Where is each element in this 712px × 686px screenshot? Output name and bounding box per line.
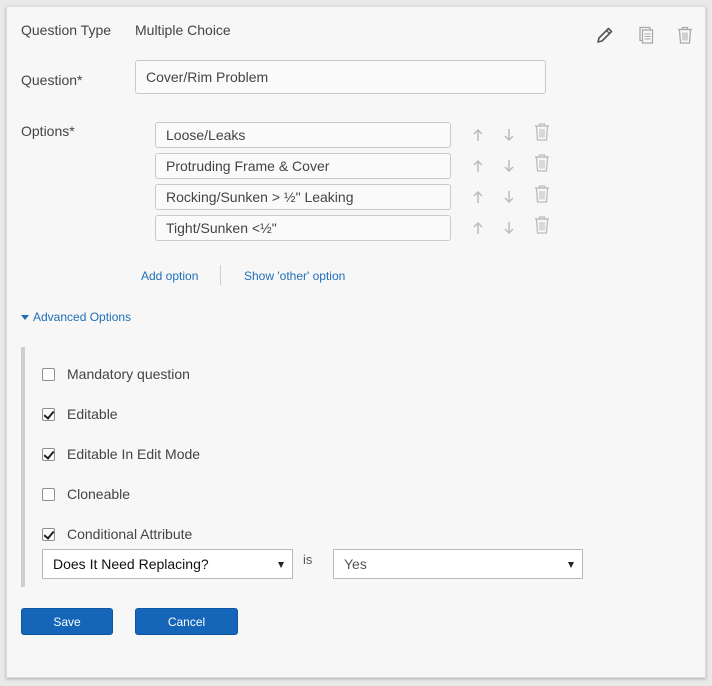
option-input[interactable] [155,215,451,241]
pencil-icon[interactable] [595,25,615,45]
advanced-options-toggle[interactable]: Advanced Options [21,310,131,324]
options-label: Options* [21,123,75,139]
arrow-down-icon[interactable] [500,187,518,207]
option-row [155,153,575,179]
conditional-attribute-label: Conditional Attribute [67,526,193,542]
cancel-button[interactable]: Cancel [135,608,238,635]
link-divider [220,265,221,285]
trash-icon[interactable] [533,184,551,204]
option-row [155,122,575,148]
conditional-attribute-row: Conditional Attribute [42,524,192,544]
condition-value: Yes [344,556,367,572]
editable-in-edit-mode-label: Editable In Edit Mode [67,446,201,462]
arrow-down-icon[interactable] [500,125,518,145]
editable-row: Editable [42,404,118,424]
arrow-down-icon[interactable] [500,218,518,238]
editable-in-edit-mode-row: Editable In Edit Mode [42,444,200,464]
mandatory-question-row: Mandatory question [42,364,190,384]
cloneable-row: Cloneable [42,484,130,504]
option-row [155,215,575,241]
caret-down-icon [21,314,29,320]
dropdown-arrow-icon [568,562,574,568]
arrow-up-icon[interactable] [469,125,487,145]
editable-checkbox[interactable] [42,407,55,421]
condition-question-value: Does It Need Replacing? [53,556,209,572]
conditional-attribute-checkbox[interactable] [42,527,55,541]
question-type-value: Multiple Choice [135,22,231,38]
arrow-up-icon[interactable] [469,187,487,207]
show-other-option-link[interactable]: Show 'other' option [244,269,345,283]
question-label: Question* [21,72,83,88]
trash-icon[interactable] [533,153,551,173]
arrow-up-icon[interactable] [469,156,487,176]
cloneable-checkbox[interactable] [42,487,55,501]
option-input[interactable] [155,184,451,210]
condition-question-select[interactable]: Does It Need Replacing? [42,549,293,579]
condition-value-select[interactable]: Yes [333,549,583,579]
trash-icon[interactable] [675,25,695,45]
question-input[interactable] [135,60,546,94]
editable-in-edit-mode-checkbox[interactable] [42,447,55,461]
advanced-section-bar [21,347,25,587]
trash-icon[interactable] [533,215,551,235]
save-button[interactable]: Save [21,608,113,635]
arrow-up-icon[interactable] [469,218,487,238]
option-row [155,184,575,210]
copy-icon[interactable] [635,25,655,45]
cloneable-label: Cloneable [67,486,131,502]
question-type-label: Question Type [21,22,112,38]
question-editor-card: Question Type Multiple Choice Question* … [6,6,706,678]
mandatory-question-checkbox[interactable] [42,367,55,381]
advanced-options-label: Advanced Options [33,310,132,324]
add-option-link[interactable]: Add option [141,269,198,283]
option-input[interactable] [155,122,451,148]
arrow-down-icon[interactable] [500,156,518,176]
option-input[interactable] [155,153,451,179]
condition-operator-label: is [303,552,313,567]
trash-icon[interactable] [533,122,551,142]
dropdown-arrow-icon [278,562,284,568]
mandatory-question-label: Mandatory question [67,366,190,382]
editable-label: Editable [67,406,118,422]
